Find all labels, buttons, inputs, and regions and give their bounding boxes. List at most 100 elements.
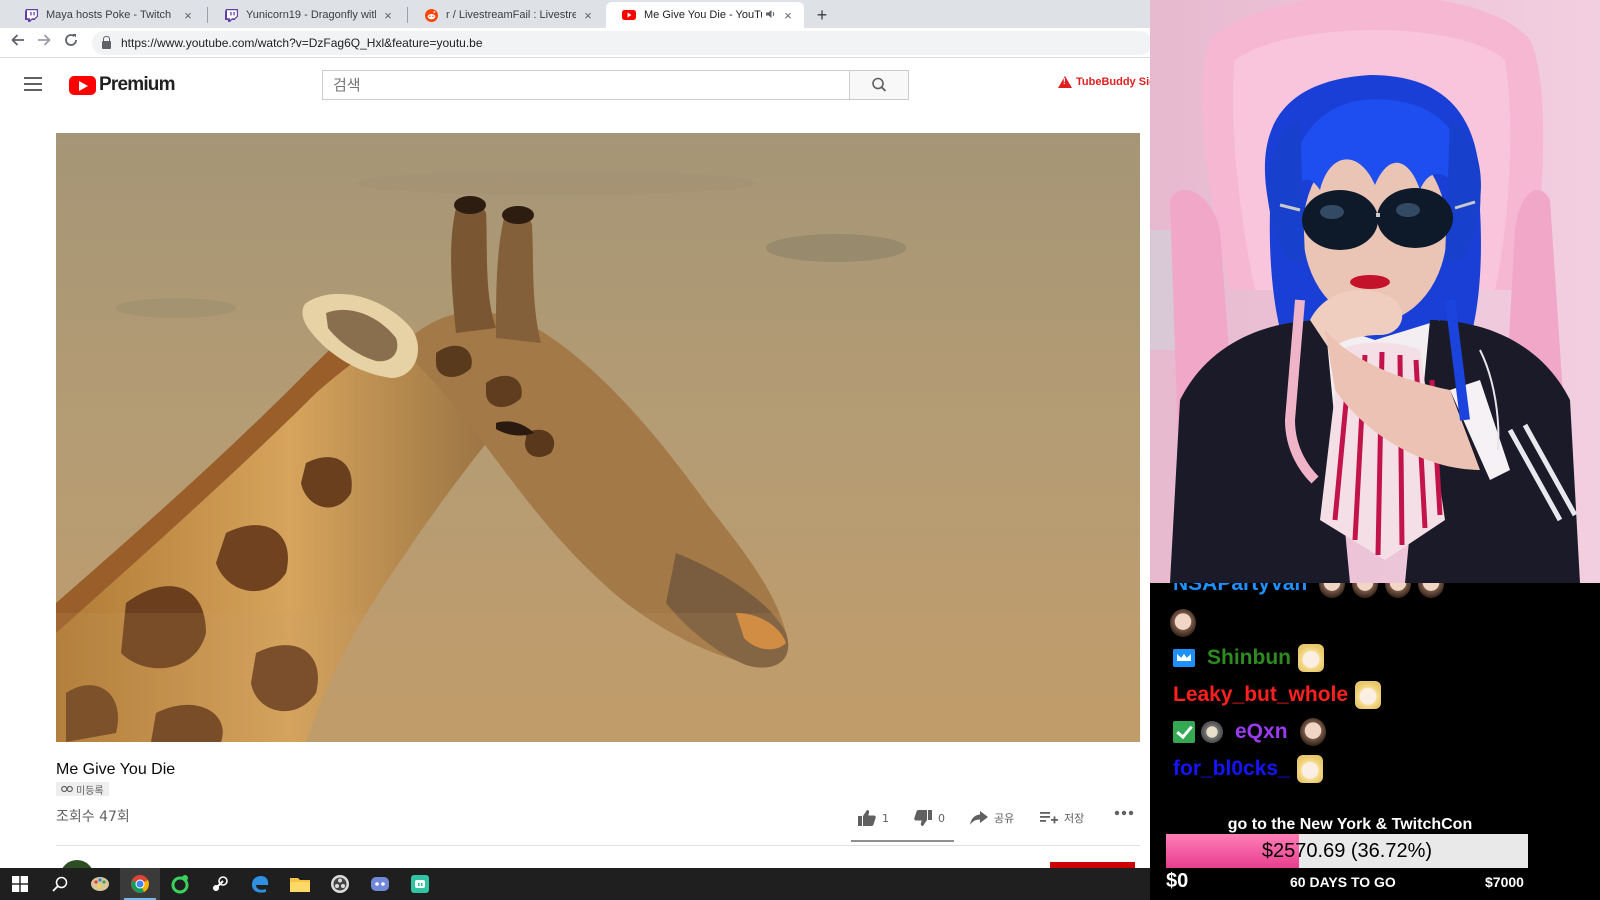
tab-title: Maya hosts Poke - Twitch: [46, 9, 172, 21]
emote-face-icon: [1385, 583, 1412, 598]
close-icon[interactable]: ×: [780, 8, 796, 23]
address-bar[interactable]: https://www.youtube.com/watch?v=DzFag6Q_…: [92, 31, 1150, 55]
taskbar-app-discord[interactable]: [360, 868, 400, 900]
share-button[interactable]: 공유: [970, 810, 1014, 826]
url-text: https://www.youtube.com/watch?v=DzFag6Q_…: [121, 36, 483, 50]
like-button[interactable]: 1: [858, 810, 889, 826]
app-circle-icon: [171, 875, 189, 894]
back-button[interactable]: [8, 33, 28, 53]
chat-username: NSAPartyVan: [1173, 583, 1308, 595]
emote-face-icon: [1299, 718, 1326, 746]
emote-face-icon: [1418, 583, 1445, 598]
chat-message: eQxn: [1173, 718, 1326, 746]
taskbar-app-streamlabs[interactable]: [400, 868, 440, 900]
search-icon: [52, 876, 68, 892]
emote-face-icon: [1170, 609, 1196, 637]
chat-username: Leaky_but_whole: [1173, 683, 1349, 706]
goal-days-left: 60 DAYS TO GO: [1290, 874, 1396, 890]
dislike-count: 0: [938, 811, 945, 825]
taskbar-app-paint[interactable]: [80, 868, 120, 900]
unlisted-label: 미등록: [76, 785, 104, 797]
folder-icon: [290, 878, 310, 892]
taskbar-app-green[interactable]: [160, 868, 200, 900]
emote-blonde-icon: [1297, 644, 1324, 672]
speaker-icon[interactable]: [766, 9, 776, 22]
emote-blonde-icon: [1296, 755, 1323, 783]
channel-avatar[interactable]: [60, 860, 94, 868]
like-count: 1: [882, 811, 889, 825]
chat-message: Shinbun: [1173, 644, 1324, 672]
warning-icon: [1058, 76, 1072, 88]
discord-icon: [371, 877, 389, 891]
paint-palette-icon: [91, 877, 109, 891]
obs-icon: [331, 875, 349, 893]
chat-message: Leaky_but_whole: [1173, 681, 1382, 709]
thumbs-up-icon: [858, 810, 876, 826]
close-icon[interactable]: ×: [180, 8, 196, 23]
menu-icon[interactable]: [24, 77, 42, 91]
taskbar-app-explorer[interactable]: [280, 868, 320, 900]
webcam-image: [1150, 0, 1600, 583]
taskbar-app-steam[interactable]: [200, 868, 240, 900]
like-ratio-fill: [851, 840, 954, 842]
share-arrow-icon: [970, 811, 988, 825]
windows-logo-icon: [12, 876, 28, 892]
arrow-left-icon: [11, 34, 24, 46]
like-ratio-bar: [851, 840, 954, 842]
taskbar-app-obs[interactable]: [320, 868, 360, 900]
emote-face-icon: [1319, 583, 1346, 598]
video-title: Me Give You Die: [56, 761, 176, 778]
taskbar-search-button[interactable]: [40, 868, 80, 900]
meta-divider: [56, 845, 1140, 846]
tab-twitch-maya[interactable]: Maya hosts Poke - Twitch ×: [8, 2, 204, 28]
emote-face-icon: [1352, 583, 1379, 598]
more-horizontal-icon: [1114, 810, 1134, 816]
new-tab-button[interactable]: +: [810, 4, 834, 26]
search-input[interactable]: [322, 70, 850, 100]
browser-window: Maya hosts Poke - Twitch × Yunicorn19 - …: [0, 0, 1150, 868]
chat-message: for_bl0cks_: [1173, 755, 1323, 783]
start-button[interactable]: [0, 868, 40, 900]
chat-username: eQxn: [1235, 720, 1288, 743]
more-actions-button[interactable]: [1114, 810, 1140, 816]
logo-text: Premium: [99, 74, 176, 95]
windows-taskbar: [0, 868, 1150, 900]
taskbar-app-edge[interactable]: [240, 868, 280, 900]
tab-youtube-active[interactable]: Me Give You Die - YouTube ×: [606, 2, 804, 28]
dislike-button[interactable]: 0: [914, 810, 945, 826]
tab-twitch-yunicorn[interactable]: Yunicorn19 - Dragonfly with Yunicorn ×: [208, 2, 404, 28]
check-badge-icon: [1173, 721, 1195, 743]
playlist-add-icon: [1040, 812, 1058, 824]
chrome-icon: [131, 875, 149, 893]
reload-button[interactable]: [61, 33, 81, 53]
close-icon[interactable]: ×: [580, 8, 596, 23]
lock-icon: [102, 36, 111, 49]
reload-icon: [65, 34, 77, 46]
tab-strip: Maya hosts Poke - Twitch × Yunicorn19 - …: [0, 0, 1150, 28]
chat-username: Shinbun: [1207, 646, 1291, 669]
video-frame-giraffe: [56, 133, 1140, 742]
save-button[interactable]: 저장: [1040, 810, 1084, 826]
goal-amount: $2570.69 (36.72%): [1261, 840, 1433, 862]
webcam-feed: [1150, 0, 1600, 583]
tab-reddit-livestreamfail[interactable]: r / LivestreamFail : Livestream Offline …: [408, 2, 604, 28]
video-player[interactable]: [56, 133, 1140, 742]
forward-button[interactable]: [34, 33, 54, 53]
tab-title: r / LivestreamFail : Livestream Offline: [446, 9, 576, 21]
emote-blonde-icon: [1355, 681, 1382, 709]
browser-toolbar: https://www.youtube.com/watch?v=DzFag6Q_…: [0, 28, 1150, 58]
streamlabs-icon: [411, 875, 429, 893]
close-icon[interactable]: ×: [380, 8, 396, 23]
tubebuddy-signin[interactable]: TubeBuddy Sig: [1058, 76, 1150, 88]
youtube-header: Premium TubeBuddy Sig: [0, 58, 1150, 112]
edge-icon: [252, 876, 269, 893]
search-button[interactable]: [849, 70, 909, 100]
twitch-icon: [24, 8, 38, 22]
link-icon: [61, 785, 73, 793]
youtube-logo[interactable]: Premium: [69, 74, 176, 96]
taskbar-app-chrome[interactable]: [120, 868, 160, 900]
view-count: 조회수 47회: [56, 809, 130, 825]
crown-badge-icon: [1173, 649, 1195, 667]
goal-min: $0: [1166, 870, 1189, 892]
arrow-right-icon: [38, 34, 51, 46]
